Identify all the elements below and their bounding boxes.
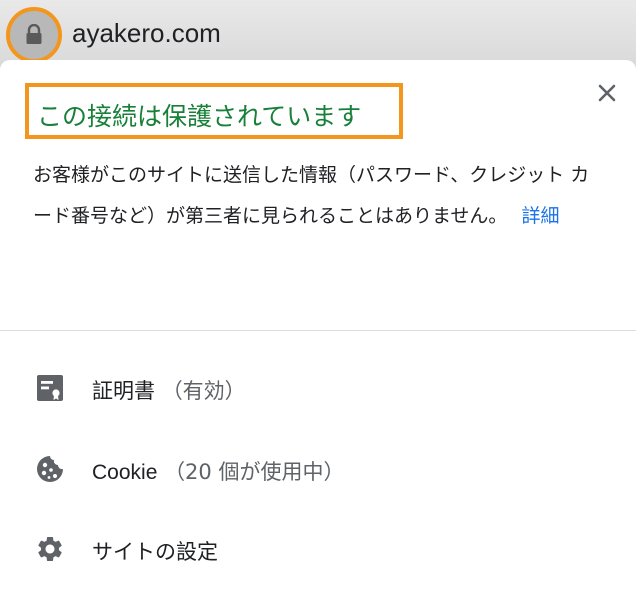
- cookie-row[interactable]: Cookie （20 個が使用中）: [0, 438, 636, 498]
- connection-description: お客様がこのサイトに送信した情報（パスワード、クレジット カード番号など）が第三…: [33, 155, 603, 237]
- url-domain[interactable]: ayakero.com: [72, 18, 221, 49]
- title-highlight: この接続は保護されています: [25, 83, 403, 139]
- site-settings-label[interactable]: サイトの設定: [92, 536, 218, 566]
- site-settings-row[interactable]: サイトの設定: [0, 518, 636, 578]
- close-icon[interactable]: [596, 82, 618, 104]
- cookie-status: （20 個が使用中）: [164, 460, 345, 484]
- cookie-label[interactable]: Cookie （20 個が使用中）: [92, 456, 344, 486]
- cookie-text: Cookie: [92, 461, 158, 484]
- site-info-popup: この接続は保護されています お客様がこのサイトに送信した情報（パスワード、クレジ…: [0, 60, 636, 594]
- certificate-text: 証明書: [92, 379, 155, 403]
- certificate-icon: [37, 375, 63, 401]
- connection-secure-title: この接続は保護されています: [37, 102, 362, 131]
- lock-icon: [26, 24, 42, 44]
- details-link[interactable]: 詳細: [521, 205, 559, 227]
- address-bar[interactable]: ayakero.com: [0, 0, 636, 68]
- gear-icon: [38, 537, 62, 561]
- certificate-label[interactable]: 証明書 （有効）: [92, 375, 246, 405]
- certificate-status: （有効）: [161, 379, 246, 403]
- cookie-icon: [37, 456, 63, 482]
- site-info-button[interactable]: [6, 7, 62, 63]
- description-text: お客様がこのサイトに送信した情報（パスワード、クレジット カード番号など）が第三…: [33, 164, 590, 227]
- certificate-row[interactable]: 証明書 （有効）: [0, 357, 636, 417]
- divider: [0, 330, 636, 331]
